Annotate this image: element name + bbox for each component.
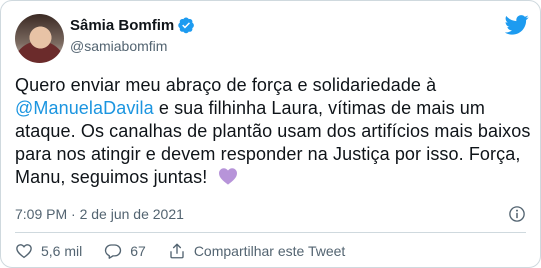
like-count: 5,6 mil [41, 243, 83, 259]
share-label: Compartilhar este Tweet [193, 243, 346, 259]
tweet-text-part1: Quero enviar meu abraço de força e solid… [15, 75, 437, 95]
avatar[interactable] [15, 14, 64, 63]
purple-heart-icon [219, 168, 238, 185]
author-name[interactable]: Sâmia Bomfim [70, 17, 174, 34]
like-button[interactable]: 5,6 mil [15, 242, 82, 260]
info-icon[interactable] [508, 205, 526, 223]
twitter-bird-icon[interactable] [505, 15, 529, 35]
reply-button[interactable]: 67 [104, 242, 146, 260]
reply-count: 67 [130, 243, 146, 259]
timestamp[interactable]: 7:09 PM · 2 de jun de 2021 [15, 206, 184, 222]
reply-icon [105, 244, 122, 259]
tweet-card[interactable]: Sâmia Bomfim @samiabomfim Quero enviar m… [0, 0, 541, 268]
share-icon [170, 243, 184, 259]
mention-link[interactable]: @ManuelaDavila [15, 98, 154, 118]
share-button[interactable]: Compartilhar este Tweet [168, 242, 345, 260]
verified-badge-icon [178, 17, 195, 34]
divider [15, 232, 526, 233]
heart-icon [16, 244, 32, 259]
action-bar: 5,6 mil 67 Compartilhar este Tweet [15, 241, 367, 261]
author-handle[interactable]: @samiabomfim [70, 38, 167, 54]
author-name-row[interactable]: Sâmia Bomfim [70, 15, 195, 35]
tweet-text: Quero enviar meu abraço de força e solid… [15, 74, 535, 189]
